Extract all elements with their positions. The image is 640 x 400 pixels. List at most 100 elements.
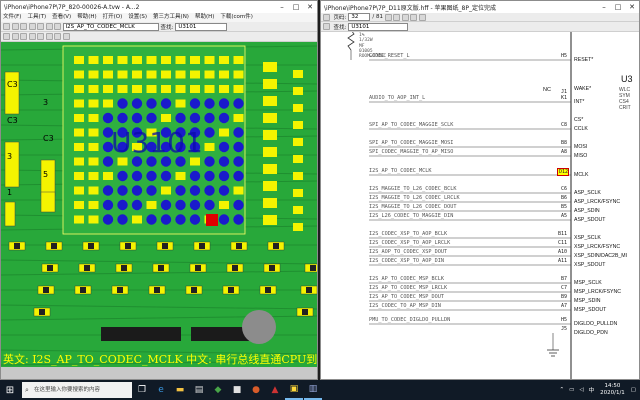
close-button[interactable]: ✕ [625, 1, 639, 13]
net-label[interactable]: I2S_CODEC_TO_AP_MSP_DIN [369, 303, 441, 309]
net-label[interactable]: I2S_AP_TO_CODEC_MSP_BCLK [369, 276, 444, 282]
menu-item[interactable]: 工具(T) [27, 13, 46, 22]
net-label[interactable]: I2S_CODEC_XSP_TO_AOP_DIN [369, 258, 444, 264]
volume-icon[interactable]: ◁ [579, 387, 583, 393]
store-icon[interactable]: ▤ [190, 380, 208, 400]
pad [88, 186, 99, 195]
net-label[interactable]: I2S_MAGGIE_TO_L26_CODEC_LRCLK [369, 195, 460, 201]
net-label[interactable]: I2S_MAGGIE_TO_L26_CODEC_DOUT [369, 204, 456, 210]
menu-item[interactable]: 设置(S) [128, 13, 147, 22]
net-label[interactable]: I2S_CODEC_XSP_TO_AOP_LRCLK [369, 240, 450, 246]
search-field[interactable]: U3101 [175, 22, 228, 31]
clock[interactable]: 14:50 2020/1/1 [600, 383, 625, 397]
pad [88, 114, 99, 122]
component-label: 5 [43, 170, 48, 179]
app-icon[interactable]: ■ [228, 380, 246, 400]
page-field[interactable]: 32 [348, 13, 371, 21]
pad [175, 99, 186, 108]
net-label[interactable]: I2S_AP_TO_CODEC_MSP_LRCLK [369, 285, 447, 291]
zoom-in-icon[interactable] [401, 13, 409, 21]
rotate-icon[interactable] [54, 23, 61, 30]
net-name-field[interactable]: I2S_AP_TO_CODEC_MCLK [62, 22, 159, 31]
layer-icon[interactable] [20, 33, 27, 40]
net-label[interactable]: SPI_CODEC_MAGGIE_TO_AP_MISO [369, 149, 453, 155]
layer-icon[interactable] [3, 33, 10, 40]
pcb-canvas[interactable]: U3101 C3 3 C3 C3 3 5 1 英文: I2S_AP_TO_CODEC_MCLK… [1, 42, 317, 379]
minimize-button[interactable]: – [597, 1, 611, 13]
highlight-icon[interactable] [62, 33, 70, 40]
net-label[interactable]: I2S_L26_CODEC_TO_MAGGIE_DIN [369, 213, 453, 219]
net-label[interactable]: AUDIO_TO_AOP_INT_L [369, 95, 425, 101]
component-body [51, 243, 57, 249]
pcb-viewer-icon[interactable]: ▣ [285, 380, 303, 400]
edge-icon[interactable]: e [152, 380, 170, 400]
net-icon[interactable] [28, 33, 36, 40]
flip-icon[interactable] [45, 23, 53, 30]
open-icon[interactable] [323, 13, 330, 21]
fit-icon[interactable] [37, 23, 44, 30]
app-icon[interactable]: ▲ [266, 380, 284, 400]
fit-icon[interactable] [418, 13, 426, 21]
net-label[interactable]: I2S_MAGGIE_TO_L26_CODEC_BCLK [369, 186, 456, 192]
layer-icon[interactable] [11, 33, 19, 40]
zoom-out-icon[interactable] [28, 23, 36, 30]
net-label[interactable]: SPI_AP_TO_CODEC_MAGGIE_SCLK [369, 122, 453, 128]
ime-indicator[interactable]: 中 [589, 386, 595, 394]
notification-icon[interactable]: ▢ [631, 387, 636, 393]
next-page-icon[interactable] [393, 13, 401, 21]
maximize-button[interactable]: □ [289, 1, 303, 13]
menu-item[interactable]: 查看(V) [52, 13, 71, 22]
search-icon[interactable] [323, 23, 330, 30]
part-icon[interactable] [37, 33, 44, 40]
ball [102, 185, 114, 196]
taskbar-search[interactable]: 在这里输入你要搜索的内容 [22, 382, 132, 398]
pad [293, 155, 303, 163]
save-icon[interactable] [11, 23, 19, 30]
pin-icon[interactable] [45, 33, 53, 40]
start-button[interactable]: ⊞ [0, 380, 20, 400]
network-icon[interactable]: ▭ [569, 387, 574, 393]
maximize-button[interactable]: □ [611, 1, 625, 13]
menu-item[interactable]: 下载(com件) [220, 13, 253, 22]
close-button[interactable]: ✕ [303, 1, 317, 13]
net-label[interactable]: CODEC_RESET_L [369, 53, 410, 59]
ball [160, 214, 172, 225]
schematic-canvas[interactable]: 1.00K1%1/32WMF01005ROOM=CODEC U3 WLCSYMC… [321, 32, 639, 379]
ball [160, 170, 172, 182]
pad [233, 56, 244, 64]
open-icon[interactable] [3, 23, 10, 30]
ball [233, 98, 244, 109]
menu-item[interactable]: 帮助(H) [195, 13, 214, 22]
zoom-in-icon[interactable] [20, 23, 27, 30]
search-field[interactable]: U3101 [348, 22, 409, 31]
ball [102, 199, 114, 211]
ball [218, 141, 230, 153]
app-icon[interactable]: ◆ [209, 380, 227, 400]
app-icon[interactable]: ● [247, 380, 265, 400]
menu-item[interactable]: 第三方工具(N) [153, 13, 189, 22]
menu-item[interactable]: 打开(O) [103, 13, 123, 22]
net-label[interactable]: I2S_CODEC_XSP_TO_AOP_BCLK [369, 231, 447, 237]
pad [175, 172, 186, 180]
net-label[interactable]: PMU_TO_CODEC_DIGLDO_PULLDN [369, 317, 450, 323]
horizontal-scrollbar[interactable] [1, 367, 317, 379]
net-label[interactable]: SPI_AP_TO_CODEC_MAGGIE_MOSI [369, 140, 453, 146]
ball [117, 214, 128, 225]
menu-item[interactable]: 文件(F) [3, 13, 21, 22]
prev-page-icon[interactable] [384, 13, 392, 21]
zoom-out-icon[interactable] [410, 13, 418, 21]
task-view-icon[interactable]: ❐ [133, 380, 151, 400]
net-label[interactable]: I2S_AP_TO_CODEC_MSP_DOUT [369, 294, 444, 300]
explorer-icon[interactable]: ▬ [171, 380, 189, 400]
menu-item[interactable]: 帮助(H) [77, 13, 96, 22]
pad [132, 70, 142, 79]
net-label[interactable]: I2S_AP_TO_CODEC_MCLK [369, 168, 431, 174]
pad [88, 215, 99, 224]
measure-icon[interactable] [54, 33, 61, 40]
net-label[interactable]: I2S_AOP_TO_CODEC_XSP_DOUT [369, 249, 447, 255]
pin-number: B8 [560, 140, 567, 146]
ball [233, 214, 244, 225]
chevron-up-icon[interactable]: ⌃ [560, 387, 565, 393]
pdf-icon[interactable]: ▥ [304, 380, 322, 400]
minimize-button[interactable]: – [275, 1, 289, 13]
